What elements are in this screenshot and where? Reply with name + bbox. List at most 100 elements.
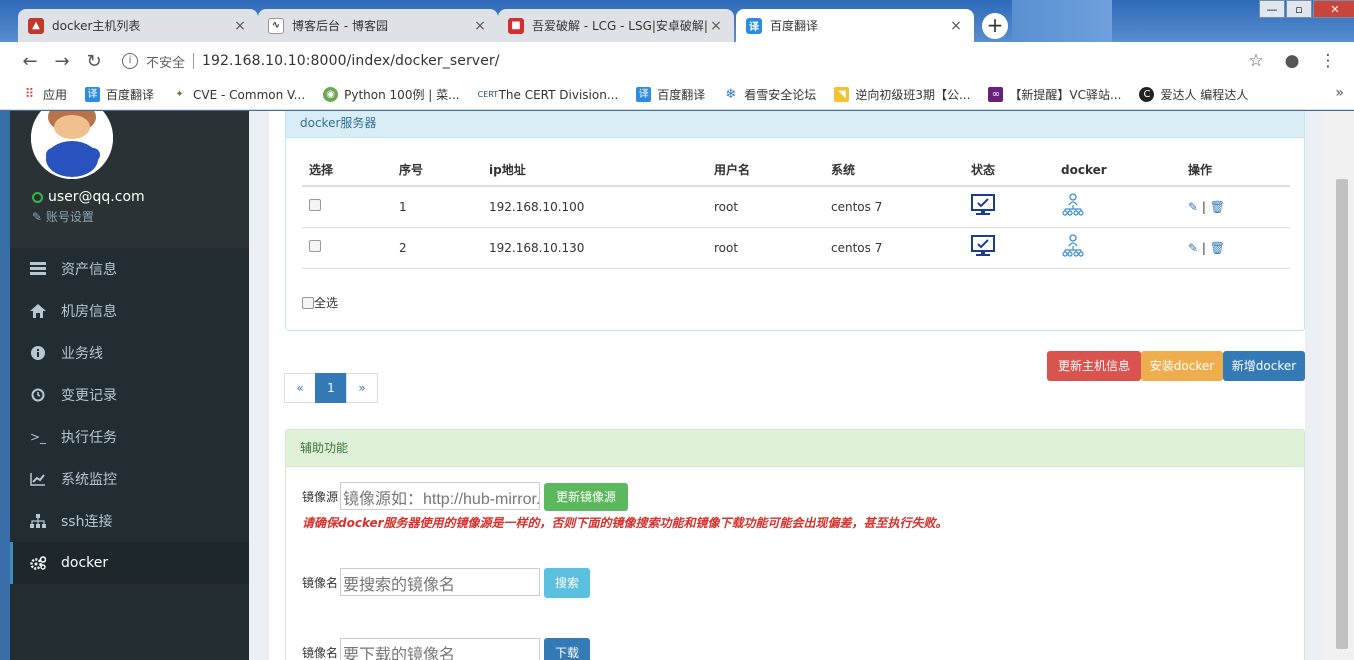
update-mirror-button[interactable]: 更新镜像源: [544, 483, 628, 511]
home-icon: [30, 303, 46, 319]
mirror-label: 镜像源: [302, 490, 339, 504]
bookmark-label: Python 100例 | 菜...: [344, 88, 460, 102]
close-window-button[interactable]: ✕: [1313, 0, 1354, 18]
download-input[interactable]: 要下载的镜像名: [340, 638, 540, 660]
column-header: docker: [1054, 154, 1181, 187]
back-icon[interactable]: ←: [14, 51, 46, 72]
cve-icon: ✦: [175, 89, 184, 100]
sidebar-item-assets[interactable]: 资产信息: [10, 248, 249, 290]
minimize-button[interactable]: —: [1259, 0, 1285, 18]
row-user: root: [707, 227, 824, 269]
menu-icon[interactable]: ⋮: [1310, 51, 1346, 71]
bookmark-item[interactable]: ✦ CVE - Common V...: [172, 87, 305, 102]
edit-icon[interactable]: ✎: [1188, 200, 1198, 214]
bookmarks-more-icon[interactable]: »: [1335, 85, 1344, 101]
tab-close-icon[interactable]: ×: [232, 18, 248, 34]
bookmark-item[interactable]: 译 百度翻译: [85, 86, 154, 103]
tab-docker-list[interactable]: ▲ docker主机列表 ×: [18, 9, 258, 42]
terminal-icon: >_: [29, 430, 47, 444]
star-icon[interactable]: ☆: [1238, 51, 1274, 71]
column-header: 状态: [964, 154, 1054, 187]
install-docker-button[interactable]: 安装docker: [1141, 351, 1223, 381]
search-input[interactable]: 要搜索的镜像名: [340, 568, 540, 596]
maximize-button[interactable]: ▫: [1286, 0, 1312, 18]
bookmark-item[interactable]: ∞ 【新提醒】VC驿站...: [988, 86, 1121, 103]
tab-close-icon[interactable]: ×: [708, 18, 724, 34]
address-bar[interactable]: i 不安全 192.168.10.10:8000/index/docker_se…: [122, 52, 1238, 71]
row-os: centos 7: [824, 227, 964, 269]
browser-toolbar: ← → ↻ i 不安全 192.168.10.10:8000/index/doc…: [0, 42, 1354, 80]
pagination: « 1 »: [284, 373, 378, 403]
table-header-row: 选择 序号 ip地址 用户名 系统 状态 docker 操作: [302, 154, 1290, 187]
bookmark-item[interactable]: ◥ 逆向初级班3期【公...: [834, 86, 970, 103]
bookmark-apps[interactable]: ⠿ 应用: [22, 86, 67, 103]
forward-icon[interactable]: →: [46, 51, 78, 72]
sidebar-item-monitor[interactable]: 系统监控: [10, 458, 249, 500]
sidebar-item-label: 变更记录: [61, 388, 117, 404]
bookmark-item[interactable]: ◉ Python 100例 | 菜...: [323, 86, 460, 103]
add-docker-button[interactable]: 新增docker: [1223, 351, 1305, 381]
url-text[interactable]: 192.168.10.10:8000/index/docker_server/: [202, 53, 500, 69]
row-ip: 192.168.10.100: [482, 186, 707, 228]
download-button[interactable]: 下载: [544, 638, 590, 660]
bookmark-label: 百度翻译: [106, 88, 155, 102]
sidebar-item-label: 执行任务: [61, 430, 117, 446]
sidebar-item-datacenter[interactable]: 机房信息: [10, 290, 249, 332]
row-index: 1: [392, 186, 482, 228]
tab-title: 博客后台 - 博客园: [292, 19, 388, 33]
tab-title: 吾爱破解 - LCG - LSG|安卓破解|: [532, 19, 708, 33]
bookmark-item[interactable]: C 爱达人 编程达人: [1139, 86, 1248, 103]
account-settings-link[interactable]: ✎ 账号设置: [32, 208, 94, 225]
mirror-input[interactable]: 镜像源如：http://hub-mirror.c.163.com: [340, 482, 540, 510]
column-header: 用户名: [707, 154, 824, 187]
docker-hierarchy-icon[interactable]: [1061, 234, 1085, 261]
bookmark-item[interactable]: CERT The CERT Division...: [478, 87, 619, 102]
page-viewport: user@qq.com ✎ 账号设置 资产信息 机房信息 业务线 变更记录 >_…: [10, 111, 1354, 660]
sidebar-item-changelog[interactable]: 变更记录: [10, 374, 249, 416]
update-host-button[interactable]: 更新主机信息: [1047, 351, 1141, 381]
monitor-status-icon[interactable]: [971, 194, 995, 219]
trash-icon[interactable]: 🗑: [1210, 200, 1225, 214]
row-user: root: [707, 186, 824, 228]
row-checkbox[interactable]: [309, 240, 321, 252]
sidebar-item-business[interactable]: 业务线: [10, 332, 249, 374]
new-tab-button[interactable]: +: [982, 13, 1008, 39]
tab-close-icon[interactable]: ×: [472, 18, 488, 34]
tab-baidu-translate[interactable]: 译 百度翻译 ×: [736, 9, 974, 42]
info-icon[interactable]: i: [122, 53, 138, 69]
column-header: ip地址: [482, 154, 707, 187]
row-checkbox[interactable]: [309, 199, 321, 212]
scrollbar-thumb[interactable]: [1336, 179, 1348, 649]
tab-cnblogs[interactable]: ∿ 博客后台 - 博客园 ×: [258, 9, 498, 42]
sidebar-item-ssh[interactable]: ssh连接: [10, 500, 249, 542]
next-page-button[interactable]: »: [346, 373, 378, 403]
tab-close-icon[interactable]: ×: [948, 18, 964, 34]
search-button[interactable]: 搜索: [544, 568, 590, 598]
baidu-translate-icon: 译: [85, 87, 101, 102]
profile-icon[interactable]: ●: [1274, 51, 1310, 71]
sidebar-item-docker[interactable]: docker: [10, 542, 249, 584]
cnblogs-favicon: ∿: [268, 17, 284, 34]
page-scrollbar[interactable]: [1322, 111, 1354, 660]
aux-panel-title: 辅助功能: [286, 430, 1304, 467]
browser-tab-strip: ▲ docker主机列表 × ∿ 博客后台 - 博客园 × ■ 吾爱破解 - L…: [0, 0, 1354, 42]
bookmark-label: 逆向初级班3期【公...: [855, 88, 971, 102]
sidebar-item-tasks[interactable]: >_ 执行任务: [10, 416, 249, 458]
reload-icon[interactable]: ↻: [78, 51, 110, 72]
current-page-button[interactable]: 1: [315, 373, 347, 403]
online-status-icon: [32, 191, 43, 203]
prev-page-button[interactable]: «: [284, 373, 316, 403]
pencil-icon: ✎: [32, 210, 43, 224]
select-all[interactable]: 全选: [302, 294, 338, 311]
select-all-checkbox[interactable]: [302, 296, 314, 309]
monitor-status-icon[interactable]: [971, 235, 995, 260]
bookmark-item[interactable]: ❄ 看雪安全论坛: [723, 86, 816, 103]
tab-52pojie[interactable]: ■ 吾爱破解 - LCG - LSG|安卓破解| ×: [498, 9, 734, 42]
trash-icon[interactable]: 🗑: [1210, 241, 1225, 255]
edit-icon[interactable]: ✎: [1188, 241, 1198, 255]
column-header: 系统: [824, 154, 964, 187]
bookmark-item[interactable]: 译 百度翻译: [636, 86, 705, 103]
docker-hierarchy-icon[interactable]: [1061, 193, 1085, 220]
line-chart-icon: [30, 471, 46, 487]
row-os: centos 7: [824, 186, 964, 228]
